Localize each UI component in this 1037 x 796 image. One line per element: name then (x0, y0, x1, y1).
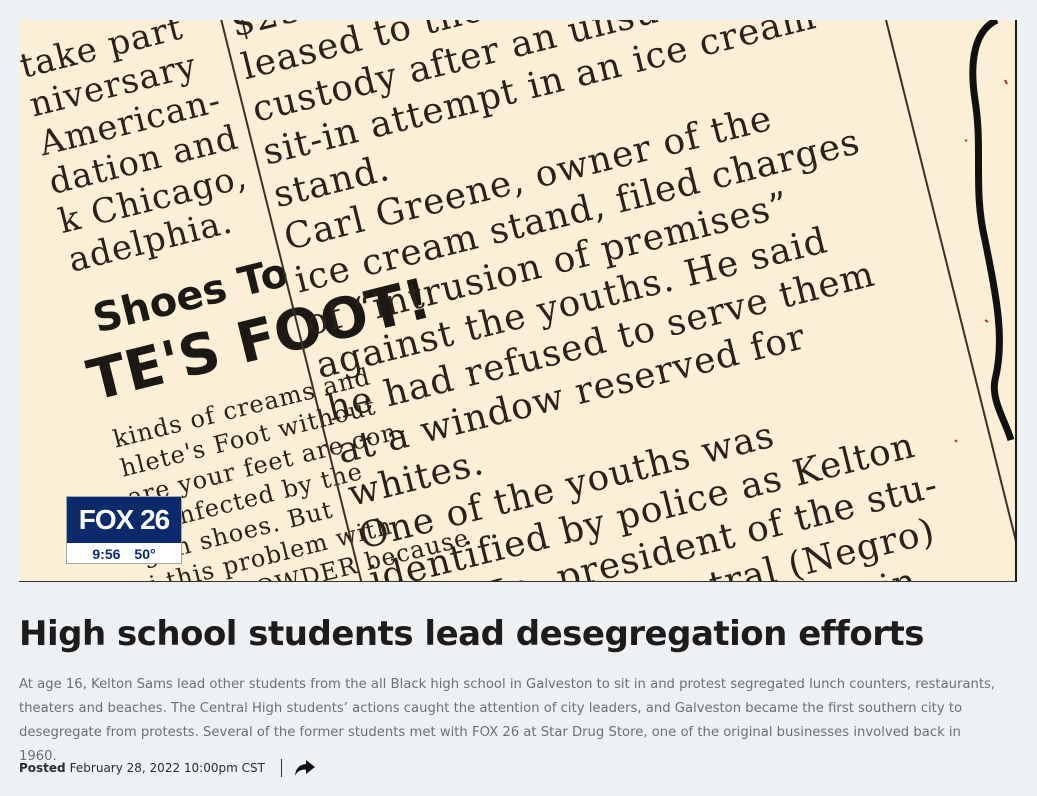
bug-temperature: 50° (134, 545, 156, 562)
article-headline: High school students lead desegregation … (19, 614, 924, 654)
clipping-edge-decoration (954, 20, 1015, 443)
fox26-bug: FOX 26 9:56 50° (66, 496, 182, 564)
article-meta: Posted February 28, 2022 10:00pm CST (19, 758, 316, 778)
meta-divider (280, 759, 282, 777)
video-still[interactable]: take part niversary American-dation and k C… (19, 20, 1017, 582)
bug-time-temp: 9:56 50° (67, 543, 181, 564)
posted-date: February 28, 2022 10:00pm CST (69, 761, 265, 775)
share-arrow-icon[interactable] (294, 758, 316, 778)
posted-label: Posted (19, 761, 66, 775)
article-summary: At age 16, Kelton Sams lead other studen… (19, 677, 996, 764)
fox26-logo: FOX 26 (67, 497, 181, 543)
bug-time: 9:56 (92, 545, 121, 562)
